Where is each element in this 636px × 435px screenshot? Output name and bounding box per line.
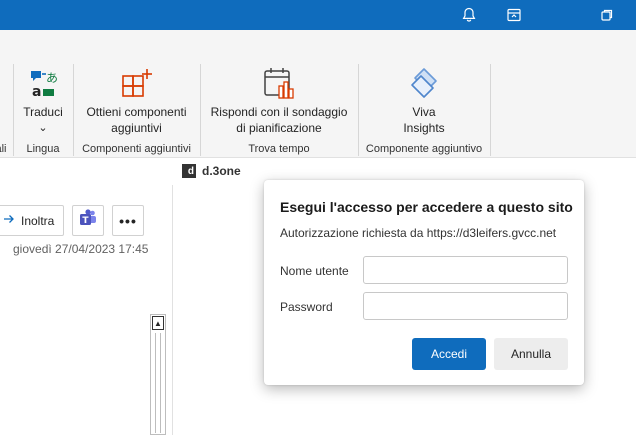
message-date: giovedì 27/04/2023 17:45 xyxy=(13,242,149,256)
dialog-title: Esegui l'accesso per accedere a questo s… xyxy=(280,199,573,215)
get-addins-label-line2: aggiuntivi xyxy=(111,121,162,135)
get-addins-label: Ottieni componenti aggiuntivi xyxy=(86,104,186,136)
username-label: Nome utente xyxy=(280,264,349,278)
ribbon-group-componenti: Ottieni componenti aggiuntivi Componenti… xyxy=(74,30,199,158)
ribbon-group-label: Trova tempo xyxy=(248,143,310,155)
viva-insights-button[interactable]: Viva Insights xyxy=(359,66,489,136)
scroll-track[interactable] xyxy=(155,333,161,433)
translate-button[interactable]: あ a Traduci ⌄ xyxy=(14,66,72,136)
password-label: Password xyxy=(280,300,333,314)
share-to-teams-button[interactable]: T xyxy=(72,205,104,236)
translate-label: Traduci xyxy=(23,105,63,119)
scrollbar[interactable]: ▲ xyxy=(150,314,166,435)
ribbon-separator xyxy=(490,64,491,156)
d3one-logo: d xyxy=(182,164,196,178)
ribbon: ali あ a Traduci ⌄ Lingua xyxy=(0,30,636,158)
ribbon-group-label: Componente aggiuntivo xyxy=(365,143,483,155)
arrow-right-icon xyxy=(3,213,15,228)
addin-header: d d.3one xyxy=(182,164,241,178)
reply-with-poll-label-line1: Rispondi con il sondaggio xyxy=(210,105,348,119)
ribbon-group-lingua: あ a Traduci ⌄ Lingua xyxy=(14,30,72,158)
bell-icon[interactable] xyxy=(458,4,480,26)
reply-with-poll-label-line2: di pianificazione xyxy=(236,121,322,135)
addins-icon xyxy=(120,66,154,100)
calendar-poll-icon xyxy=(262,66,296,100)
sign-in-dialog: Esegui l'accesso per accedere a questo s… xyxy=(264,180,584,385)
ribbon-group-partial: ali xyxy=(0,30,12,158)
viva-insights-label-line1: Viva xyxy=(412,105,436,119)
sign-in-button[interactable]: Accedi xyxy=(412,338,486,370)
scroll-up-arrow-icon[interactable]: ▲ xyxy=(152,316,164,330)
teams-icon: T xyxy=(78,208,98,233)
viva-insights-label: Viva Insights xyxy=(403,104,444,136)
get-addins-button[interactable]: Ottieni componenti aggiuntivi xyxy=(74,66,199,136)
get-addins-label-line1: Ottieni componenti xyxy=(86,105,187,119)
svg-text:a: a xyxy=(32,84,41,99)
svg-text:T: T xyxy=(82,216,89,226)
dialog-subtitle: Autorizzazione richiesta da https://d3le… xyxy=(280,226,557,240)
translate-icon: あ a xyxy=(26,66,60,100)
forward-button[interactable]: Inoltra xyxy=(0,205,64,236)
ribbon-group-label: Componenti aggiuntivi xyxy=(82,143,191,155)
pane-divider xyxy=(172,185,173,435)
more-options-button[interactable]: ••• xyxy=(112,205,144,236)
restore-icon[interactable] xyxy=(596,4,618,26)
password-input[interactable] xyxy=(363,292,568,320)
cancel-button[interactable]: Annulla xyxy=(494,338,568,370)
addin-name: d.3one xyxy=(202,164,241,178)
ribbon-group-label: Lingua xyxy=(26,143,60,155)
svg-text:あ: あ xyxy=(46,71,58,85)
ribbon-group-componente: Viva Insights Componente aggiuntivo xyxy=(359,30,489,158)
viva-insights-icon xyxy=(407,66,441,100)
reply-with-poll-label: Rispondi con il sondaggio di pianificazi… xyxy=(211,104,348,136)
viva-insights-label-line2: Insights xyxy=(403,121,445,135)
title-bar xyxy=(0,0,636,30)
reply-with-poll-button[interactable]: Rispondi con il sondaggio di pianificazi… xyxy=(201,66,357,136)
chevron-down-icon: ⌄ xyxy=(38,122,48,134)
ribbon-display-icon[interactable] xyxy=(503,4,525,26)
ribbon-group-label: ali xyxy=(0,143,7,155)
ribbon-group-trova-tempo: Rispondi con il sondaggio di pianificazi… xyxy=(201,30,357,158)
forward-label: Inoltra xyxy=(21,213,55,228)
username-input[interactable] xyxy=(363,256,568,284)
